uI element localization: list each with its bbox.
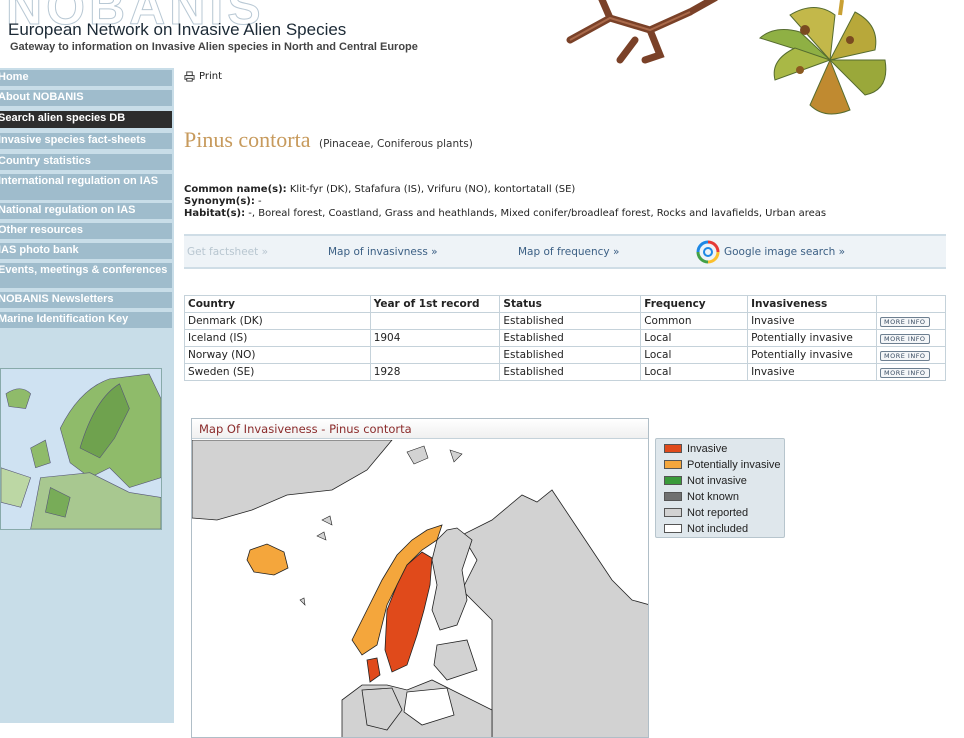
cell-status: Established — [499, 363, 642, 381]
common-names-value: Klit-fyr (DK), Stafafura (IS), Vrifuru (… — [286, 184, 576, 195]
nav-other-resources[interactable]: Other resources — [0, 223, 172, 239]
site-title: European Network on Invasive Alien Speci… — [8, 20, 347, 39]
column-header: Frequency — [640, 295, 749, 313]
species-family: (Pinaceae, Coniferous plants) — [319, 138, 473, 150]
nav-home[interactable]: Home — [0, 70, 172, 86]
nav-international-regulation[interactable]: International regulation on IAS — [0, 174, 172, 200]
cell-more: MORE INFO — [876, 312, 946, 330]
cell-more: MORE INFO — [876, 363, 946, 381]
table-row: Norway (NO) Established Local Potentiall… — [184, 346, 946, 364]
map-title: Map Of Invasiveness - Pinus contorta — [192, 419, 648, 439]
site-subtitle: Gateway to information on Invasive Alien… — [10, 41, 418, 53]
legend-swatch — [664, 460, 682, 469]
cell-year — [369, 312, 501, 330]
cell-status: Established — [499, 346, 642, 364]
invasiveness-map[interactable] — [192, 440, 649, 738]
country-records-table: Country Year of 1st record Status Freque… — [184, 295, 946, 381]
map-frequency-link[interactable]: Map of frequency » — [518, 246, 619, 258]
cell-frequency: Local — [640, 363, 749, 381]
synonyms-value: - — [254, 196, 262, 207]
habitats-label: Habitat(s): — [184, 208, 246, 219]
cell-invasiveness: Potentially invasive — [747, 329, 877, 347]
column-header: Invasiveness — [747, 295, 877, 313]
more-info-button[interactable]: MORE INFO — [880, 334, 930, 344]
legend-swatch — [664, 524, 682, 533]
site-header: NOBANIS European Network on Invasive Ali… — [0, 0, 964, 115]
legend-item-not-reported: Not reported — [664, 507, 748, 519]
table-header-row: Country Year of 1st record Status Freque… — [184, 295, 946, 313]
legend-swatch — [664, 492, 682, 501]
cell-country: Norway (NO) — [184, 346, 371, 364]
synonyms-label: Synonym(s): — [184, 196, 255, 207]
legend-item-invasive: Invasive — [664, 443, 727, 455]
google-swirl-icon[interactable] — [695, 239, 721, 265]
cell-year: 1928 — [369, 363, 501, 381]
table-row: Iceland (IS) 1904 Established Local Pote… — [184, 329, 946, 347]
cell-status: Established — [499, 312, 642, 330]
legend-item-not-included: Not included — [664, 523, 748, 535]
cell-country: Iceland (IS) — [184, 329, 371, 347]
cell-status: Established — [499, 329, 642, 347]
cell-year — [369, 346, 501, 364]
print-link[interactable]: Print — [184, 71, 222, 82]
column-header: Status — [499, 295, 642, 313]
nav-events[interactable]: Events, meetings & conferences — [0, 263, 172, 288]
action-bar: Get factsheet » Map of invasivness » Map… — [184, 234, 946, 269]
legend-swatch — [664, 508, 682, 517]
nav-fact-sheets[interactable]: Invasive species fact-sheets — [0, 133, 172, 149]
legend-item-not-known: Not known — [664, 491, 739, 503]
table-row: Sweden (SE) 1928 Established Local Invas… — [184, 363, 946, 381]
map-invasiveness-link[interactable]: Map of invasivness » — [328, 246, 438, 258]
printer-icon — [184, 71, 195, 82]
column-header: Country — [184, 295, 371, 313]
cell-invasiveness: Invasive — [747, 363, 877, 381]
cell-frequency: Common — [640, 312, 749, 330]
cell-more: MORE INFO — [876, 346, 946, 364]
column-header — [876, 295, 946, 313]
nav-newsletters[interactable]: NOBANIS Newsletters — [0, 292, 172, 308]
cell-invasiveness: Potentially invasive — [747, 346, 877, 364]
cell-invasiveness: Invasive — [747, 312, 877, 330]
column-header: Year of 1st record — [369, 295, 501, 313]
more-info-button[interactable]: MORE INFO — [880, 368, 930, 378]
legend-item-potentially-invasive: Potentially invasive — [664, 459, 781, 471]
cell-country: Sweden (SE) — [184, 363, 371, 381]
cell-year: 1904 — [369, 329, 501, 347]
table-row: Denmark (DK) Established Common Invasive… — [184, 312, 946, 330]
habitats-row: Habitat(s): -, Boreal forest, Coastland,… — [184, 208, 826, 219]
cell-frequency: Local — [640, 346, 749, 364]
header-nature-image — [566, 0, 887, 115]
habitats-value: -, Boreal forest, Coastland, Grass and h… — [245, 208, 827, 219]
cell-frequency: Local — [640, 329, 749, 347]
nav-country-statistics[interactable]: Country statistics — [0, 154, 172, 170]
nav-marine-key[interactable]: Marine Identification Key — [0, 312, 172, 328]
legend-item-not-invasive: Not invasive — [664, 475, 747, 487]
more-info-button[interactable]: MORE INFO — [880, 317, 930, 327]
nav-photo-bank[interactable]: IAS photo bank — [0, 243, 172, 259]
map-legend: Invasive Potentially invasive Not invasi… — [655, 438, 785, 538]
sidebar: Home About NOBANIS Search alien species … — [0, 68, 174, 723]
legend-swatch — [664, 476, 682, 485]
nav-national-regulation[interactable]: National regulation on IAS — [0, 203, 172, 219]
print-label: Print — [199, 71, 223, 82]
more-info-button[interactable]: MORE INFO — [880, 351, 930, 361]
google-image-search-link[interactable]: Google image search » — [724, 246, 845, 258]
nav-about[interactable]: About NOBANIS — [0, 90, 172, 106]
europe-map-thumbnail[interactable] — [0, 368, 162, 530]
nav-search-db[interactable]: Search alien species DB — [0, 111, 172, 128]
cell-country: Denmark (DK) — [184, 312, 371, 330]
get-factsheet-link[interactable]: Get factsheet » — [187, 246, 268, 258]
synonyms-row: Synonym(s): - — [184, 196, 262, 207]
species-title: Pinus contorta (Pinaceae, Coniferous pla… — [184, 127, 473, 153]
common-names-label: Common name(s): — [184, 184, 287, 195]
common-names-row: Common name(s): Klit-fyr (DK), Stafafura… — [184, 184, 575, 195]
invasiveness-map-panel: Map Of Invasiveness - Pinus contorta — [191, 418, 649, 738]
cell-more: MORE INFO — [876, 329, 946, 347]
species-name: Pinus contorta — [184, 127, 311, 152]
legend-swatch — [664, 444, 682, 453]
